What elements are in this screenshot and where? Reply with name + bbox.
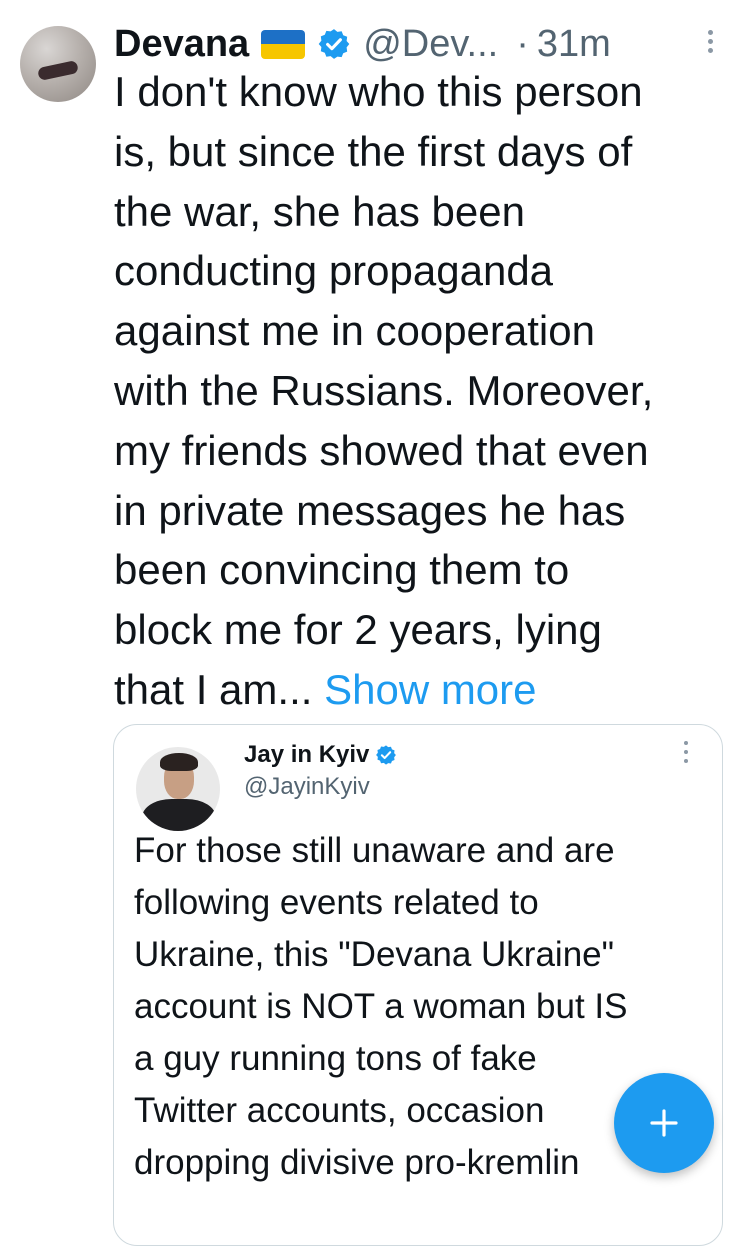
header-separator: · (516, 22, 529, 65)
quoted-author-handle[interactable]: @JayinKyiv (244, 773, 370, 801)
quoted-more-options-icon[interactable] (681, 741, 691, 767)
tweet-text-line: I don't know who this person (114, 68, 643, 115)
quoted-text-line: For those still unaware and are (134, 831, 615, 870)
plus-icon (650, 1109, 678, 1137)
verified-badge-icon (376, 745, 397, 765)
tweet-text-line: my friends showed that even (114, 426, 649, 474)
tweet-text-last-line: that I am... Show more (114, 660, 724, 720)
quoted-tweet[interactable]: Jay in Kyiv @JayinKyiv For those still u… (113, 724, 723, 1246)
more-options-icon[interactable] (700, 30, 720, 60)
verified-badge-icon (318, 29, 350, 59)
tweet-text-line: block me for 2 years, lying (114, 606, 602, 654)
show-more-link[interactable]: Show more (324, 666, 536, 713)
tweet-text-line: conducting propaganda (114, 247, 554, 295)
author-handle[interactable]: @Dev... (363, 23, 498, 66)
quoted-text-line: following events related to (134, 883, 539, 922)
author-avatar[interactable] (20, 26, 96, 102)
quoted-author-name-row: Jay in Kyiv (244, 741, 397, 769)
tweet-text-line: been convincing them to (114, 546, 570, 594)
tweet-text-line: in private messages he has (114, 486, 626, 534)
tweet-text-line: with the Russians. Moreover, (114, 366, 654, 414)
tweet-text: I don't know who this person is, but sin… (114, 62, 724, 720)
tweet-text-line: is, but since the first days of (114, 127, 633, 175)
author-name[interactable]: Devana (114, 23, 249, 66)
tweet-text-line: the war, she has been (114, 187, 525, 235)
quoted-text-line: Ukraine, this "Devana Ukraine" (134, 935, 615, 974)
quoted-text-line: account is NOT a woman but IS (134, 987, 628, 1026)
compose-button[interactable] (614, 1073, 714, 1173)
tweet-text-truncated: that I am... (114, 665, 313, 713)
quoted-author-name[interactable]: Jay in Kyiv (244, 741, 369, 769)
ukraine-flag-icon (261, 29, 306, 59)
tweet-text-line: against me in cooperation (114, 307, 595, 355)
quoted-text-line: a guy running tons of fake (134, 1039, 537, 1078)
tweet-timestamp[interactable]: 31m (537, 23, 611, 66)
quoted-author-avatar[interactable] (136, 747, 220, 831)
